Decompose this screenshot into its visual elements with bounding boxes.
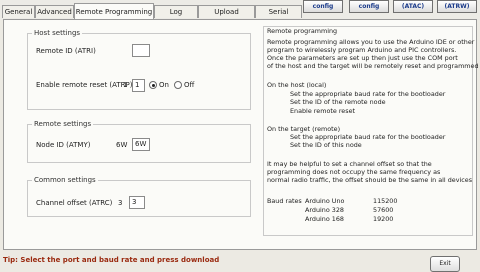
help-text-line: programming does not occupy the same fre… bbox=[267, 168, 441, 176]
node-id-value: 6W bbox=[116, 141, 128, 149]
channel-offset-value: 3 bbox=[118, 199, 123, 207]
common-settings-title: Common settings bbox=[32, 176, 98, 184]
remote-id-input[interactable] bbox=[132, 44, 150, 57]
status-tip: Tip: Select the port and baud rate and p… bbox=[3, 256, 220, 264]
baud-rates-label: Baud rates bbox=[267, 197, 302, 205]
enable-remote-reset-label: Enable remote reset (ATRP) bbox=[36, 81, 133, 89]
reset-on-label: On bbox=[159, 81, 169, 89]
help-text-line: normal radio traffic, the offset should … bbox=[267, 176, 473, 184]
reset-on-radio[interactable] bbox=[149, 81, 157, 89]
atrw-button[interactable]: (ATRW) bbox=[437, 0, 477, 13]
target-step: Set the appropriate baud rate for the bo… bbox=[290, 133, 446, 141]
host-heading: On the host (local) bbox=[267, 81, 327, 89]
host-step: Set the ID of the remote node bbox=[290, 98, 386, 106]
help-text-line: of the host and the target will be remot… bbox=[267, 62, 479, 70]
remote-id-label: Remote ID (ATRI) bbox=[36, 47, 96, 55]
channel-offset-label: Channel offset (ATRC) bbox=[36, 199, 113, 207]
common-settings-group: Common settings Channel offset (ATRC) 3 … bbox=[27, 176, 251, 217]
tab-bar: General Advanced Remote Programming Log … bbox=[0, 0, 480, 29]
tab-remote-programming[interactable]: Remote Programming bbox=[74, 3, 154, 19]
remote-settings-group: Remote settings Node ID (ATMY) 6W 6W bbox=[27, 120, 251, 163]
target-heading: On the target (remote) bbox=[267, 125, 341, 133]
help-text-line: program to wirelessly program Arduino an… bbox=[267, 46, 457, 54]
enable-remote-reset-value: 1 bbox=[123, 81, 128, 89]
atac-button[interactable]: (ATAC) bbox=[393, 0, 433, 13]
baud-rate: 57600 bbox=[373, 206, 394, 214]
host-settings-title: Host settings bbox=[32, 29, 83, 37]
channel-offset-input[interactable]: 3 bbox=[129, 196, 145, 209]
tab-log-window[interactable]: Log Window bbox=[154, 5, 198, 29]
reset-off-radio[interactable] bbox=[174, 81, 182, 89]
enable-remote-reset-input[interactable]: 1 bbox=[132, 79, 145, 92]
host-step: Enable remote reset bbox=[290, 107, 356, 115]
node-id-label: Node ID (ATMY) bbox=[36, 141, 91, 149]
help-text-line: Once the parameters are set up then just… bbox=[267, 54, 458, 62]
host-step: Set the appropriate baud rate for the bo… bbox=[290, 90, 446, 98]
target-step: Set the ID of this node bbox=[290, 141, 362, 149]
help-panel: Remote programming Remote programming al… bbox=[263, 26, 479, 236]
help-text-line: It may be helpful to set a channel offse… bbox=[267, 160, 432, 168]
help-text-line: Remote programming allows you to use the… bbox=[267, 38, 475, 46]
config-button-2[interactable]: config bbox=[349, 0, 389, 13]
baud-rate: 19200 bbox=[373, 215, 394, 223]
baud-rate: 115200 bbox=[373, 197, 398, 205]
baud-board: Arduino 168 bbox=[305, 215, 344, 223]
config-button-1[interactable]: config bbox=[303, 0, 343, 13]
tab-serial-monitor[interactable]: Serial Monitor bbox=[255, 5, 302, 29]
baud-board: Arduino Uno bbox=[305, 197, 345, 205]
host-settings-group: Host settings Remote ID (ATRI) Enable re… bbox=[27, 29, 251, 110]
help-title: Remote programming bbox=[267, 27, 338, 35]
tab-advanced[interactable]: Advanced bbox=[35, 5, 74, 18]
tab-upload-firmware[interactable]: Upload Firmware bbox=[198, 5, 255, 29]
reset-off-label: Off bbox=[184, 81, 195, 89]
node-id-input[interactable]: 6W bbox=[132, 138, 150, 151]
tab-general[interactable]: General bbox=[2, 5, 35, 18]
baud-board: Arduino 328 bbox=[305, 206, 344, 214]
remote-settings-title: Remote settings bbox=[32, 120, 94, 128]
